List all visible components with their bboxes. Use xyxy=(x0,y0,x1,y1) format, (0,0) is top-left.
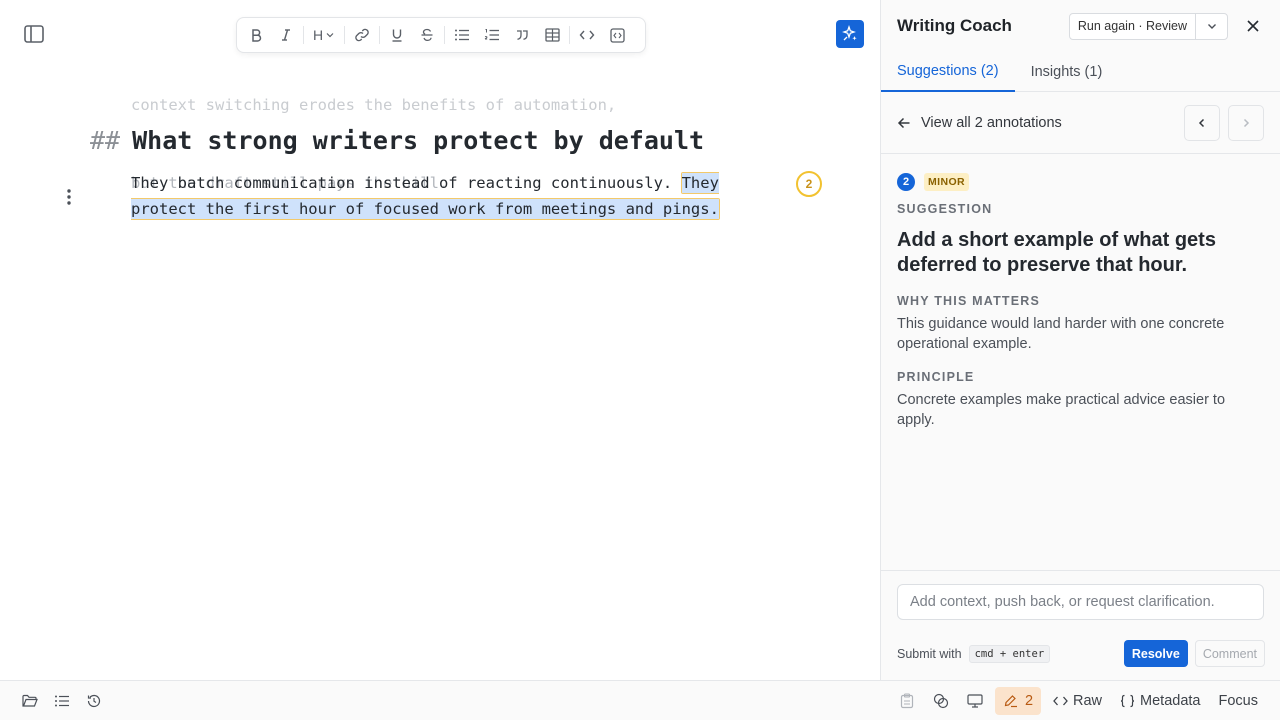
heading-text: What strong writers protect by default xyxy=(132,126,705,155)
code-icon xyxy=(1053,695,1068,707)
toolbar-divider xyxy=(569,26,570,44)
panel-tabs: Suggestions (2) Insights (1) xyxy=(881,52,1280,92)
heading-dropdown[interactable]: H xyxy=(306,21,342,49)
quote-icon[interactable] xyxy=(507,21,537,49)
numbered-list-icon[interactable] xyxy=(477,21,507,49)
sidebar-toggle-icon[interactable] xyxy=(23,23,45,45)
clipboard-icon[interactable] xyxy=(893,687,921,715)
principle-label: PRINCIPLE xyxy=(897,370,975,384)
run-again-group: Run again · Review xyxy=(1068,12,1228,40)
braces-icon xyxy=(1120,694,1135,708)
status-bar: 2 Raw Metadata Focus xyxy=(0,680,1280,720)
annotation-number-badge: 2 xyxy=(897,173,915,191)
writing-coach-panel: Writing Coach Run again · Review Suggest… xyxy=(880,0,1280,680)
tab-suggestions[interactable]: Suggestions (2) xyxy=(881,52,1015,92)
composer-actions: Submit with cmd + enter Resolve Comment xyxy=(897,640,1265,667)
principle-text: Concrete examples make practical advice … xyxy=(897,392,1226,428)
outline-icon[interactable] xyxy=(48,687,76,715)
heading-icon: H xyxy=(312,27,324,43)
view-all-annotations-link[interactable]: View all 2 annotations xyxy=(897,115,1176,131)
toolbar-divider xyxy=(303,26,304,44)
faded-line-1: context switching erodes the benefits of… xyxy=(131,96,617,114)
status-bar-right: 2 Raw Metadata Focus xyxy=(893,686,1265,715)
toolbar-divider xyxy=(444,26,445,44)
chevron-down-icon xyxy=(326,33,334,38)
previous-annotation-button[interactable] xyxy=(1184,104,1220,141)
ai-assistant-button[interactable] xyxy=(836,20,864,48)
metadata-label: Metadata xyxy=(1140,692,1201,709)
body-paragraph[interactable]: They batch communication instead of reac… xyxy=(131,170,771,222)
paragraph-text: They batch communication instead of reac… xyxy=(131,174,682,192)
toolbar-divider xyxy=(379,26,380,44)
suggestion-label: SUGGESTION xyxy=(897,202,993,216)
close-icon[interactable] xyxy=(1242,15,1264,37)
toolbar-divider xyxy=(344,26,345,44)
chevron-right-icon xyxy=(1243,118,1250,127)
view-all-label: View all 2 annotations xyxy=(921,114,1062,131)
submit-hint: Submit with cmd + enter xyxy=(897,644,1124,663)
why-label: WHY THIS MATTERS xyxy=(897,294,1041,308)
run-options-dropdown[interactable] xyxy=(1195,13,1227,39)
bullet-list-icon[interactable] xyxy=(447,21,477,49)
preview-icon[interactable] xyxy=(961,687,989,715)
focus-toggle[interactable]: Focus xyxy=(1213,687,1265,715)
submit-hint-text: Submit with xyxy=(897,646,962,661)
folder-icon[interactable] xyxy=(16,687,44,715)
annotation-marker[interactable]: 2 xyxy=(796,171,822,197)
annotation-badges: 2 MINOR xyxy=(897,171,1264,193)
comment-composer: Submit with cmd + enter Resolve Comment xyxy=(881,570,1280,680)
severity-badge: MINOR xyxy=(924,173,969,191)
panel-title: Writing Coach xyxy=(897,16,1012,35)
sparkle-icon xyxy=(842,25,857,41)
annotation-detail: 2 MINOR SUGGESTION Add a short example o… xyxy=(881,154,1280,430)
annotations-toggle[interactable]: 2 xyxy=(994,686,1042,715)
chevron-left-icon xyxy=(1198,118,1205,127)
tab-insights[interactable]: Insights (1) xyxy=(1015,52,1119,91)
raw-toggle[interactable]: Raw xyxy=(1047,687,1108,715)
annotations-count: 2 xyxy=(1024,692,1034,709)
table-icon[interactable] xyxy=(537,21,567,49)
chevron-down-icon xyxy=(1207,24,1216,29)
pen-icon xyxy=(1003,694,1019,708)
comment-input[interactable] xyxy=(897,584,1264,620)
run-again-button[interactable]: Run again · Review xyxy=(1070,14,1195,39)
theme-icon[interactable] xyxy=(927,687,955,715)
why-text: This guidance would land harder with one… xyxy=(897,316,1225,352)
formatting-toolbar: H xyxy=(236,17,646,53)
keyboard-shortcut: cmd + enter xyxy=(968,644,1051,663)
block-drag-handle-icon[interactable] xyxy=(60,185,78,209)
focus-label: Focus xyxy=(1218,692,1259,709)
heading-marker: ## xyxy=(90,126,121,155)
history-icon[interactable] xyxy=(80,687,108,715)
resolve-button[interactable]: Resolve xyxy=(1123,640,1188,667)
strikethrough-icon[interactable] xyxy=(412,21,442,49)
status-bar-left xyxy=(16,687,108,715)
suggestion-text: Add a short example of what gets deferre… xyxy=(897,229,1216,276)
code-block-icon[interactable] xyxy=(602,21,632,49)
metadata-toggle[interactable]: Metadata xyxy=(1114,687,1206,715)
annotation-navigation: View all 2 annotations xyxy=(881,92,1280,154)
comment-button[interactable]: Comment xyxy=(1194,640,1265,667)
raw-label: Raw xyxy=(1073,692,1103,709)
section-heading: ## What strong writers protect by default xyxy=(90,126,704,155)
underline-icon[interactable] xyxy=(382,21,412,49)
italic-icon[interactable] xyxy=(271,21,301,49)
link-icon[interactable] xyxy=(347,21,377,49)
bold-icon[interactable] xyxy=(241,21,271,49)
code-icon[interactable] xyxy=(572,21,602,49)
arrow-left-icon xyxy=(897,116,911,130)
panel-header: Writing Coach Run again · Review xyxy=(881,0,1280,52)
next-annotation-button[interactable] xyxy=(1228,104,1264,141)
editor-pane: context switching erodes the benefits of… xyxy=(0,0,880,680)
